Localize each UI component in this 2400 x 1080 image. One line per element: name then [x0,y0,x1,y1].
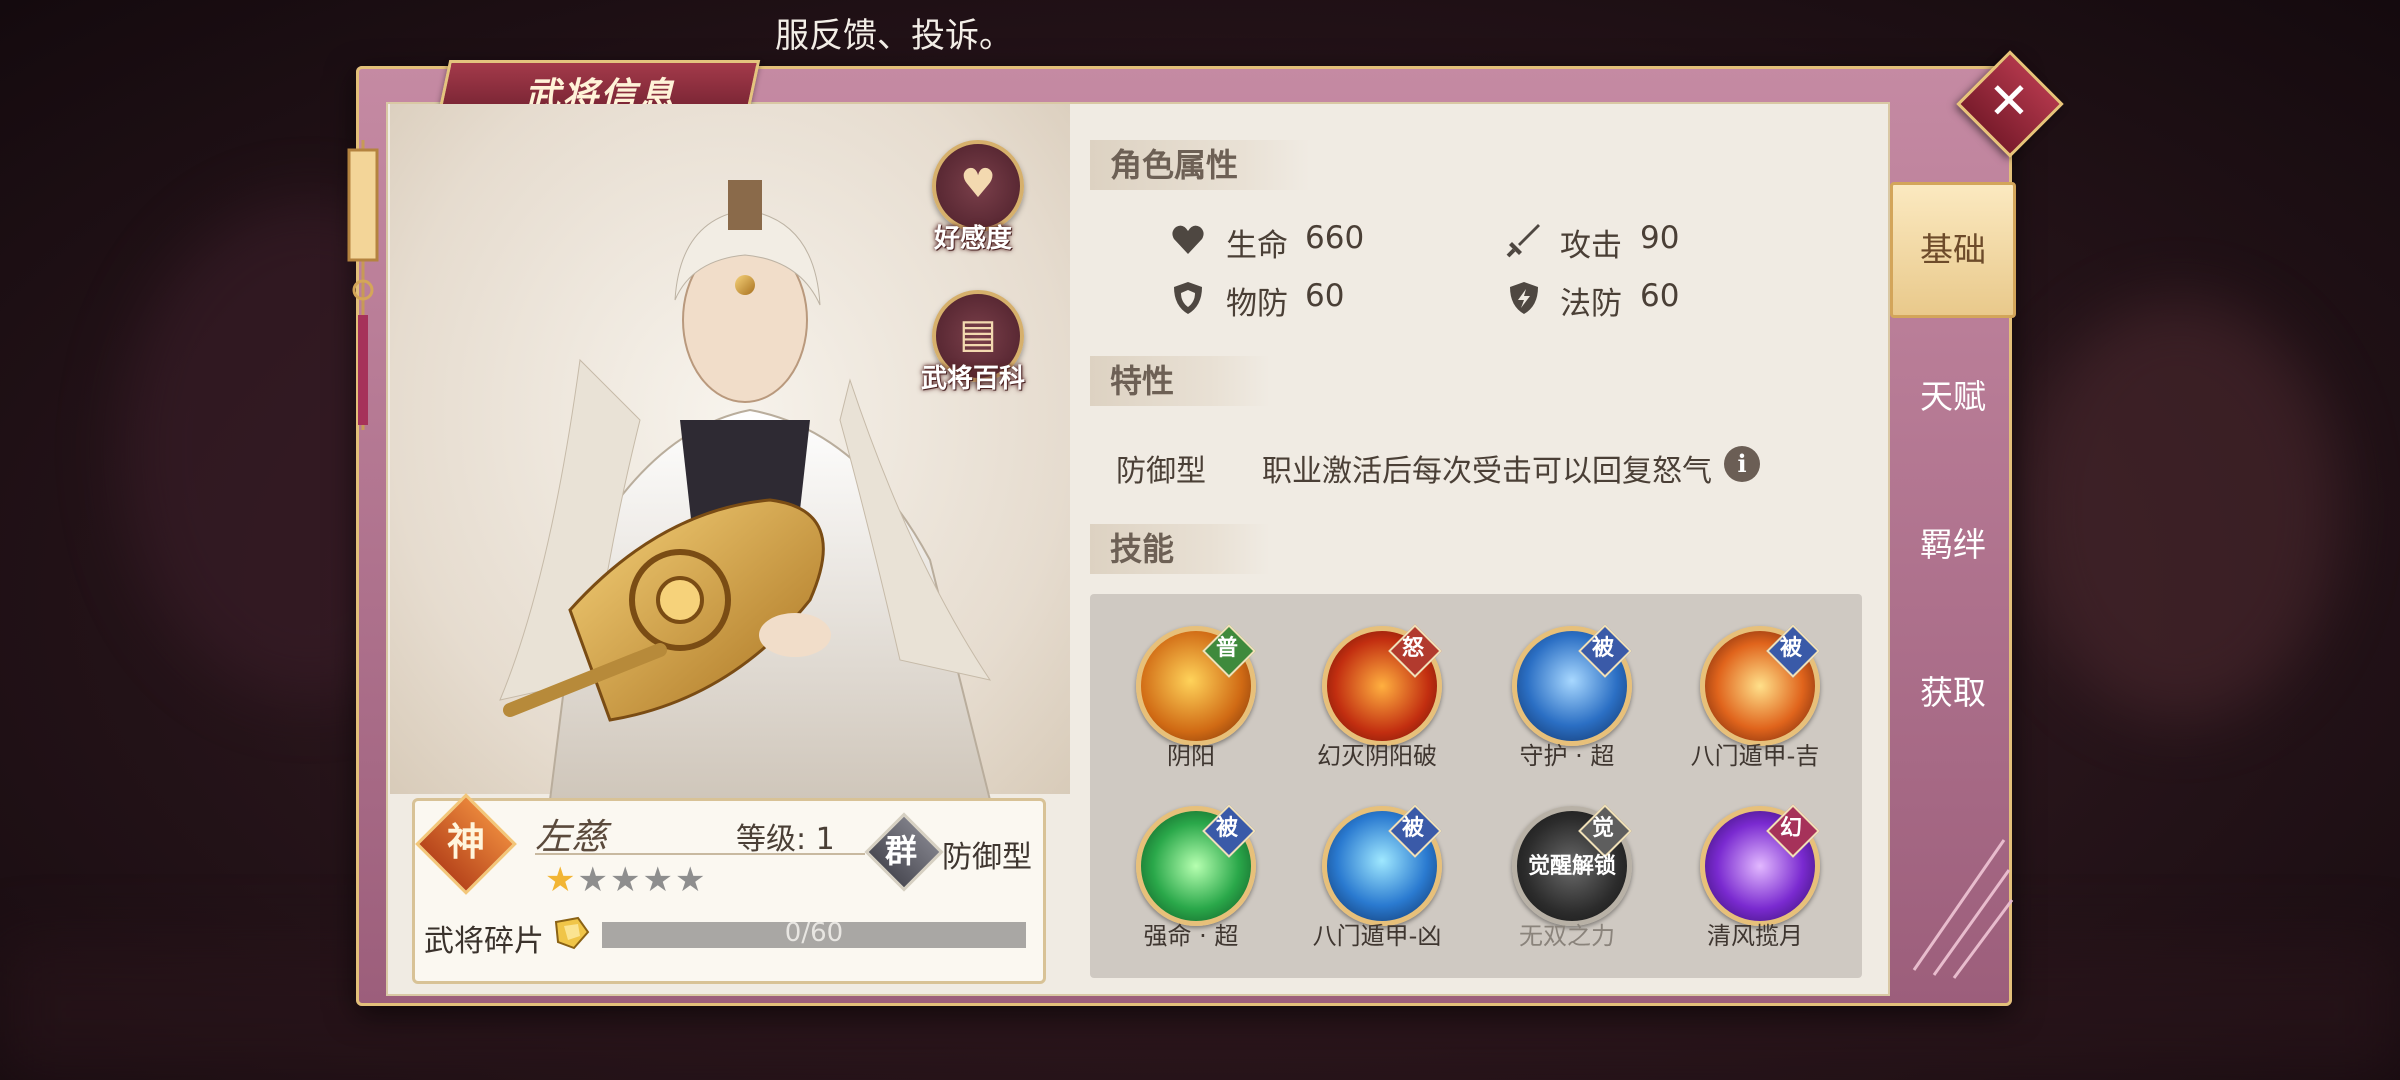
favor-label[interactable]: 好感度 [908,218,1038,255]
skill-tag-text: 被 [1779,636,1802,661]
star-empty-icon: ★ [577,860,610,900]
hero-class: 防御型 [942,840,1032,875]
info-icon[interactable]: i [1724,446,1760,482]
tab-bond[interactable]: 羁绊 [1890,480,2016,610]
skill-name: 幻灭阴阳破 [1317,742,1437,770]
skill-name: 强命 · 超 [1143,922,1239,950]
attr-hp-value: 660 [1305,220,1365,256]
star-empty-icon: ★ [674,860,708,900]
skill-tag-text: 怒 [1401,636,1424,661]
skill-tag-text: 被 [1401,816,1424,841]
attributes-heading: 角色属性 [1090,140,1310,190]
skill-tag-text: 被 [1591,636,1614,661]
hero-portrait [499,180,992,800]
skill-tag-text: 被 [1215,816,1238,841]
traits-heading: 特性 [1090,356,1270,406]
background-blur [2020,300,2340,720]
book-icon: ▤ [959,311,997,357]
heart-icon [1172,225,1204,254]
skill-tag-text: 幻 [1779,816,1802,841]
shield-icon [1174,282,1202,314]
rank-badge-text: 神 [446,819,485,864]
close-icon[interactable]: ✕ [1978,70,2040,132]
skill-tag-text: 普 [1215,636,1238,661]
skill-name: 无双之力 [1519,922,1615,950]
star-filled-icon: ★ [545,860,578,900]
fragment-icon [554,916,590,950]
magic-shield-icon [1510,282,1538,314]
skill-name: 八门遁甲-凶 [1312,922,1442,950]
skill-lock-text: 觉醒解锁 [1527,854,1616,879]
tab-talent[interactable]: 天赋 [1890,332,2016,462]
faction-badge-text: 群 [884,832,917,870]
attr-atk-label: 攻击 [1560,228,1622,264]
skill-tag-text: 觉 [1591,816,1614,841]
attr-hp-label: 生命 [1226,228,1288,264]
attr-atk-value: 90 [1640,220,1680,256]
trait-description: 职业激活后每次受击可以回复怒气 [1262,454,1712,489]
star-empty-icon: ★ [642,860,675,900]
skill-name: 清风揽月 [1707,922,1803,950]
notice-text: 服反馈、投诉。 [775,16,1013,56]
fragments-label: 武将碎片 [424,924,544,959]
skill-name: 守护 · 超 [1519,742,1615,770]
heart-icon: ♥ [960,161,996,207]
attr-pdef-label: 物防 [1226,286,1288,322]
sword-icon [1506,224,1540,258]
tab-obtain[interactable]: 获取 [1890,628,2016,758]
scroll-ornament-icon [347,140,379,430]
attr-mdef-label: 法防 [1560,286,1622,322]
skills-heading: 技能 [1090,524,1270,574]
attr-mdef-value: 60 [1640,278,1680,314]
star-empty-icon: ★ [609,860,643,900]
skill-name: 阴阳 [1167,742,1215,770]
decorative-lines [1912,839,2014,979]
trait-name: 防御型 [1116,454,1206,489]
hero-level: 等级: 1 [736,822,835,857]
star-rating: ★★★★★ [545,860,707,900]
attr-pdef-value: 60 [1305,278,1345,314]
encyclopedia-label[interactable]: 武将百科 [908,358,1038,395]
skill-name: 八门遁甲-吉 [1690,742,1820,770]
tab-basic[interactable]: 基础 [1890,182,2016,318]
fragments-progress-text: 0/60 [784,918,844,948]
divider [535,853,865,855]
